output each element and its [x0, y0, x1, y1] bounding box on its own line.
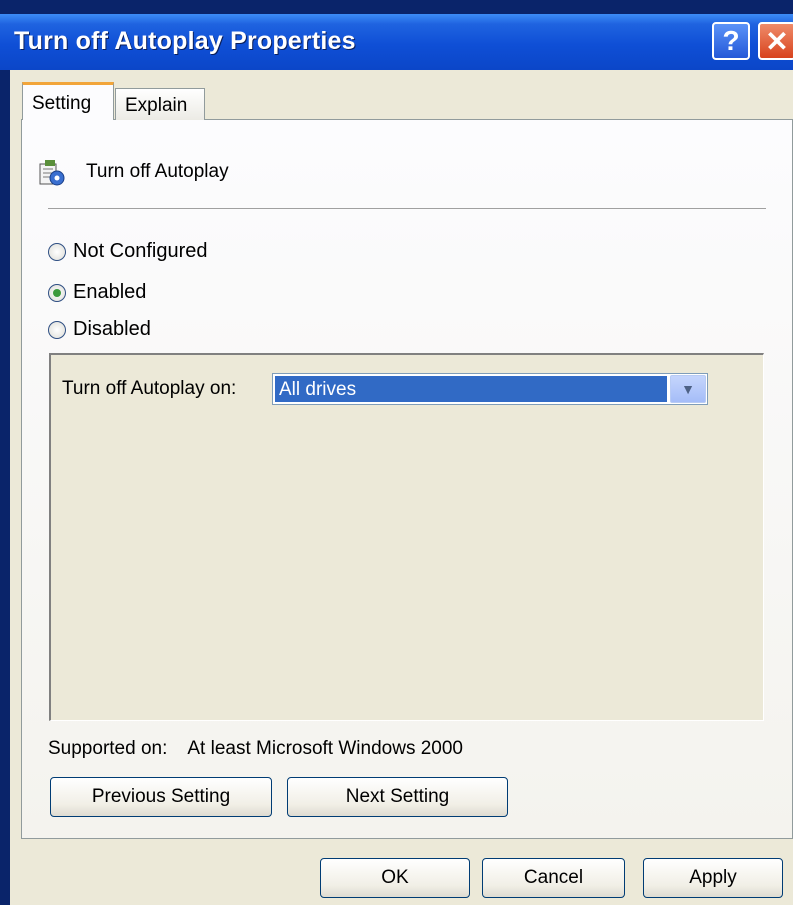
radio-label: Not Configured — [73, 240, 208, 262]
next-setting-button[interactable]: Next Setting — [287, 777, 508, 817]
window-title: Turn off Autoplay Properties — [14, 27, 356, 55]
cancel-button[interactable]: Cancel — [482, 858, 625, 898]
radio-button[interactable] — [48, 320, 66, 339]
properties-window: Turn off Autoplay Properties ? ✕ Setting… — [0, 0, 793, 905]
radio-label: Enabled — [73, 281, 147, 303]
tab-explain[interactable]: Explain — [115, 88, 205, 120]
options-panel — [49, 353, 764, 721]
radio-not-configured[interactable]: Not Configured — [48, 240, 208, 263]
supported-on-value: At least Microsoft Windows 2000 — [187, 738, 463, 759]
radio-button[interactable] — [48, 242, 66, 261]
policy-title: Turn off Autoplay — [86, 161, 229, 182]
previous-setting-button[interactable]: Previous Setting — [50, 777, 272, 817]
separator — [48, 208, 766, 209]
autoplay-on-dropdown[interactable]: All drives ▼ — [272, 373, 708, 405]
radio-label: Disabled — [73, 318, 151, 340]
dialog-client-area: Setting Explain Turn off Autoplay Not Co… — [10, 70, 793, 905]
policy-setting-icon — [39, 160, 65, 186]
apply-button[interactable]: Apply — [643, 858, 783, 898]
help-button[interactable]: ? — [712, 22, 750, 60]
dropdown-selected-value: All drives — [275, 376, 667, 402]
chevron-down-icon[interactable]: ▼ — [670, 375, 706, 403]
autoplay-on-label: Turn off Autoplay on: — [62, 378, 237, 399]
radio-disabled[interactable]: Disabled — [48, 318, 151, 341]
supported-on: Supported on: At least Microsoft Windows … — [48, 738, 463, 760]
supported-on-label: Supported on: — [48, 738, 168, 759]
tab-setting[interactable]: Setting — [22, 82, 114, 120]
radio-enabled[interactable]: Enabled — [48, 281, 146, 304]
close-button[interactable]: ✕ — [758, 22, 793, 60]
radio-button-checked[interactable] — [48, 283, 66, 302]
ok-button[interactable]: OK — [320, 858, 470, 898]
